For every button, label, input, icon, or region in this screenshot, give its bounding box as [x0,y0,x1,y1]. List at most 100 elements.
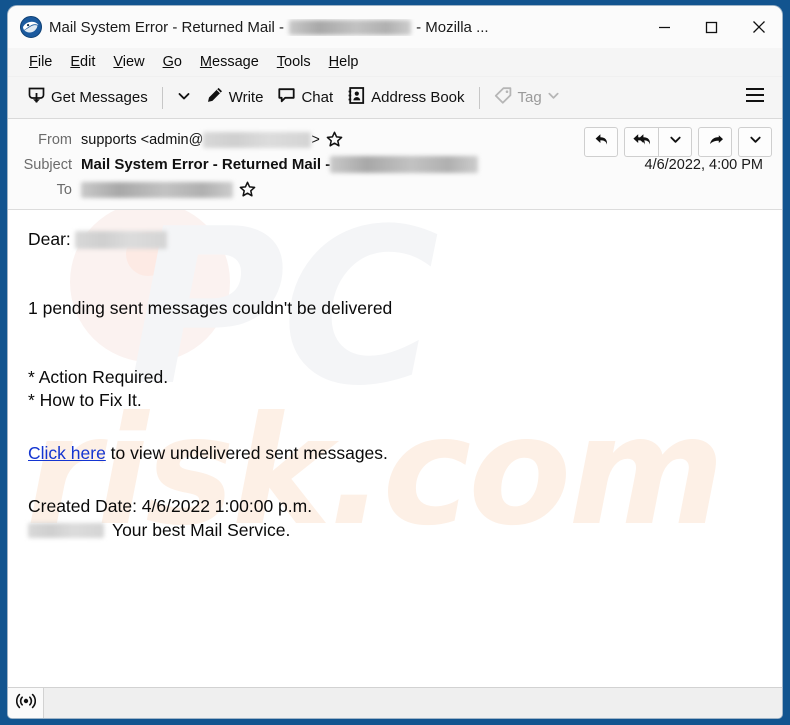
menu-accesskey: M [199,54,213,70]
reply-button[interactable] [584,127,618,157]
menu-item-tools[interactable]: Tools [268,52,320,72]
get-messages-label: Get Messages [51,89,148,106]
menu-bar: File Edit View Go Message Tools Help [8,48,782,77]
online-status-button[interactable] [8,688,44,718]
window-title-redacted [289,19,412,35]
reply-all-button[interactable] [624,127,658,157]
reply-arrow-icon [593,131,610,153]
menu-label-rest: o [173,54,182,70]
menu-accesskey: V [113,54,123,70]
title-bar: Mail System Error - Returned Mail - - Mo… [8,6,782,48]
menu-label-rest: ile [37,54,53,70]
app-menu-button[interactable] [738,82,772,114]
header-row-to: To [18,177,772,202]
menu-label-rest: iew [122,54,145,70]
star-outline-icon[interactable] [326,131,343,148]
click-here-link[interactable]: Click here [28,443,106,463]
status-message-area [44,688,782,718]
chevron-down-icon [547,89,560,106]
menu-accesskey: E [70,54,81,70]
menu-accesskey: T [276,54,285,70]
signature-text: Your best Mail Service. [112,519,291,540]
subject-text: Mail System Error - Returned Mail - [81,156,331,173]
tag-icon [494,86,513,109]
body-spacer-2 [28,320,762,366]
tag-button[interactable]: Tag [487,82,567,114]
address-book-button[interactable]: Address Book [340,82,471,114]
inbox-download-icon [27,86,46,109]
address-book-label: Address Book [371,89,465,106]
click-here-rest: to view undelivered sent messages. [105,443,388,464]
subject-label: Subject [23,156,72,173]
menu-accesskey: F [29,54,38,70]
body-spacer-4 [28,465,762,495]
body-spacer-1 [28,251,762,297]
from-value[interactable]: supports <admin@ > [81,131,343,148]
maximize-button[interactable] [688,6,735,48]
chat-button[interactable]: Chat [270,82,340,114]
reply-all-arrow-icon [632,131,651,153]
reply-all-group [624,127,692,157]
from-address-suffix: > [311,131,320,148]
subject-redacted [330,156,479,173]
menu-label-rest: elp [339,54,359,70]
menu-item-go[interactable]: Go [154,52,191,72]
window-title: Mail System Error - Returned Mail - - Mo… [49,19,489,36]
menu-item-edit[interactable]: Edit [61,52,104,72]
message-body-content: Dear: 1 pending sent messages couldn't b… [8,210,782,542]
menu-item-help[interactable]: Help [320,52,368,72]
toolbar-separator-2 [478,86,480,109]
body-line-created-date: Created Date: 4/6/2022 1:00:00 p.m. [28,496,313,517]
signature-redacted [28,523,104,539]
close-button[interactable] [735,6,782,48]
message-body-pane: PC risk.com Dear: 1 pending sent message… [8,210,782,687]
write-label: Write [228,89,264,106]
get-messages-button[interactable]: Get Messages [20,82,155,114]
menu-item-message[interactable]: Message [191,52,268,72]
menu-accesskey: H [328,54,340,70]
body-line-signature: Your best Mail Service. [28,519,762,542]
window-title-prefix: Mail System Error - Returned Mail - [49,18,285,36]
status-bar [8,687,782,718]
greeting-name-redacted [74,231,167,250]
forward-arrow-icon [707,131,724,153]
get-messages-dropdown[interactable] [170,82,198,114]
star-outline-icon[interactable] [239,181,256,198]
body-spacer-3 [28,412,762,442]
write-button[interactable]: Write [198,82,271,114]
chat-label: Chat [301,89,334,106]
chevron-down-icon [177,89,191,107]
greeting-label: Dear: [28,229,71,249]
message-header: From supports <admin@ > Subject Mail Syst… [8,119,782,210]
menu-item-file[interactable]: File [20,52,61,72]
from-label: From [38,131,72,148]
more-actions-dropdown[interactable] [738,127,772,157]
toolbar-separator-1 [161,86,163,109]
thunderbird-window: Mail System Error - Returned Mail - - Mo… [8,6,782,718]
broadcast-online-icon [15,692,36,715]
body-line-action-required: * Action Required. [28,367,169,388]
minimize-button[interactable] [641,6,688,48]
body-line-pending: 1 pending sent messages couldn't be deli… [28,298,393,319]
window-title-suffix: - Mozilla ... [416,18,489,36]
main-toolbar: Get Messages Write Chat Address Book Tag [8,77,782,119]
desktop-background: Mail System Error - Returned Mail - - Mo… [0,0,790,725]
menu-item-view[interactable]: View [104,52,153,72]
chevron-down-icon [749,133,762,151]
pencil-icon [205,86,224,109]
speech-bubble-icon [277,86,296,109]
from-address-text: supports <admin@ [81,131,204,148]
forward-button[interactable] [698,127,732,157]
subject-value: Mail System Error - Returned Mail - [81,156,479,173]
to-address-redacted [81,181,233,198]
to-label: To [56,181,72,198]
reply-all-dropdown[interactable] [658,127,692,157]
chevron-down-icon [669,133,682,151]
body-line-link: Click here to view undelivered sent mess… [28,442,762,465]
menu-label-rest: ools [284,54,311,70]
window-controls [641,6,782,48]
menu-label-rest: essage [212,54,259,70]
to-value[interactable] [81,181,256,198]
thunderbird-icon [20,16,42,38]
from-address-redacted [203,131,312,148]
